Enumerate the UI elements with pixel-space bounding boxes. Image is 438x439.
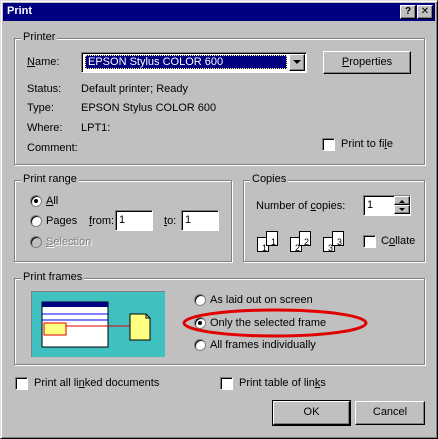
arrow-up-icon bbox=[399, 200, 405, 203]
cancel-label: Cancel bbox=[372, 406, 408, 418]
all-frames-individually-label[interactable]: All frames individually bbox=[210, 339, 316, 351]
ok-button[interactable]: OK bbox=[272, 400, 351, 426]
close-button[interactable]: ✕ bbox=[417, 5, 433, 19]
copies-group-label: Copies bbox=[250, 173, 289, 185]
printer-dropdown-button[interactable] bbox=[289, 54, 305, 71]
print-linked-docs-checkbox[interactable] bbox=[15, 377, 28, 390]
type-label: Type: bbox=[27, 102, 54, 114]
help-icon: ? bbox=[404, 6, 412, 17]
spin-down-button[interactable] bbox=[394, 205, 410, 214]
collate-checkbox[interactable] bbox=[363, 235, 376, 248]
as-laid-out-radio[interactable] bbox=[194, 294, 206, 306]
status-value: Default printer; Ready bbox=[81, 83, 188, 95]
from-value: 1 bbox=[119, 214, 126, 226]
frames-preview-drawing bbox=[41, 301, 151, 348]
print-to-file-checkbox[interactable] bbox=[322, 138, 335, 151]
arrow-down-icon bbox=[399, 208, 405, 211]
printer-group-label: Printer bbox=[21, 31, 58, 43]
all-radio[interactable] bbox=[30, 195, 42, 207]
from-label: from: bbox=[89, 215, 115, 227]
to-label: to: bbox=[164, 215, 177, 227]
to-input[interactable]: 1 bbox=[181, 210, 219, 231]
properties-label: Properties bbox=[341, 56, 393, 68]
copy-page-front: 2 bbox=[299, 231, 311, 247]
properties-button[interactable]: Properties bbox=[323, 51, 411, 74]
type-value: EPSON Stylus COLOR 600 bbox=[81, 102, 217, 114]
all-frames-individually-radio[interactable] bbox=[194, 339, 206, 351]
all-label[interactable]: All bbox=[46, 195, 58, 207]
pages-label[interactable]: Pages bbox=[46, 215, 77, 227]
print-to-file-label[interactable]: Print to file bbox=[341, 138, 393, 150]
print-dialog: Print ? ✕ Printer Name: EPSON Stylus COL… bbox=[0, 0, 438, 439]
to-value: 1 bbox=[185, 214, 192, 226]
cancel-button[interactable]: Cancel bbox=[355, 401, 425, 425]
number-of-copies-label: Number of copies: bbox=[256, 200, 346, 212]
copies-spinbox[interactable]: 1 bbox=[363, 195, 411, 216]
status-label: Status: bbox=[27, 83, 62, 95]
copy-page-front: 3 bbox=[332, 231, 344, 247]
print-range-group-label: Print range bbox=[21, 173, 79, 185]
copies-value: 1 bbox=[367, 199, 374, 211]
comment-label: Comment: bbox=[27, 142, 78, 154]
selection-radio[interactable] bbox=[30, 236, 42, 248]
pages-radio[interactable] bbox=[30, 215, 42, 227]
print-table-of-links-label[interactable]: Print table of links bbox=[239, 377, 326, 389]
as-laid-out-label[interactable]: As laid out on screen bbox=[210, 294, 313, 306]
print-frames-group-label: Print frames bbox=[21, 271, 85, 283]
close-icon: ✕ bbox=[420, 6, 430, 17]
help-button[interactable]: ? bbox=[400, 5, 416, 19]
printer-name-value: EPSON Stylus COLOR 600 bbox=[88, 56, 224, 68]
radio-dot-icon bbox=[34, 199, 38, 203]
copy-page-front: 1 bbox=[266, 231, 278, 247]
selection-label: Selection bbox=[46, 236, 92, 248]
collate-label[interactable]: Collate bbox=[381, 235, 415, 247]
from-input[interactable]: 1 bbox=[115, 210, 153, 231]
where-value: LPT1: bbox=[81, 122, 111, 134]
name-label: Name: bbox=[27, 56, 60, 68]
print-table-of-links-checkbox[interactable] bbox=[220, 377, 233, 390]
highlight-ellipse bbox=[182, 308, 368, 338]
title-bar[interactable]: Print ? ✕ bbox=[3, 3, 435, 21]
ok-label: OK bbox=[303, 406, 320, 418]
dialog-title: Print bbox=[7, 5, 33, 17]
print-linked-docs-label[interactable]: Print all linked documents bbox=[34, 377, 159, 389]
where-label: Where: bbox=[27, 122, 63, 134]
chevron-down-icon bbox=[293, 60, 301, 64]
frames-preview-icon bbox=[31, 291, 165, 357]
printer-name-selection: EPSON Stylus COLOR 600 bbox=[85, 55, 287, 69]
printer-name-combobox[interactable]: EPSON Stylus COLOR 600 bbox=[81, 52, 307, 73]
spin-up-button[interactable] bbox=[394, 196, 410, 205]
